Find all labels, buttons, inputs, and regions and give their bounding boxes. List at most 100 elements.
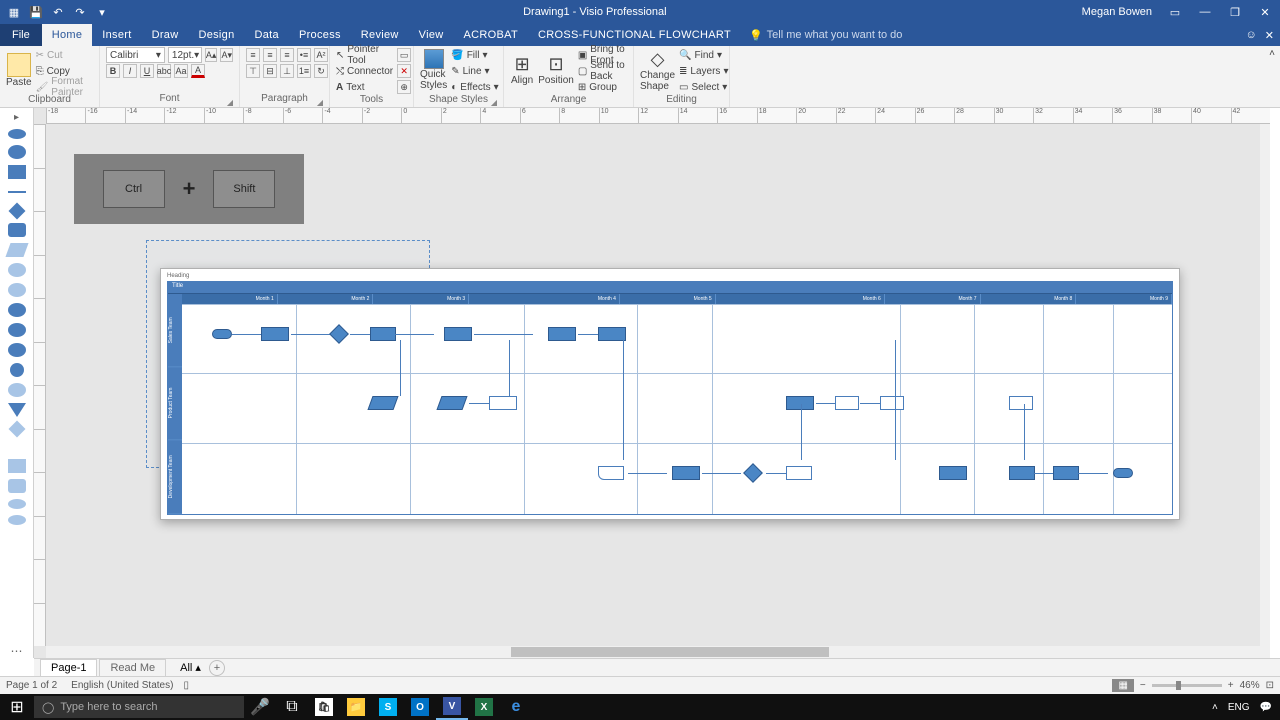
start-button[interactable]: ⊞ <box>0 694 34 720</box>
top-align-button[interactable]: ⊤ <box>246 64 260 78</box>
qat-more-icon[interactable]: ▾ <box>94 4 110 20</box>
presentation-mode-button[interactable]: ▦ <box>1112 679 1133 692</box>
font-name-combo[interactable]: Calibri▾ <box>106 47 165 63</box>
text-tool-button[interactable]: A Text <box>336 80 393 94</box>
shape-process[interactable] <box>1009 466 1035 480</box>
shape-process[interactable] <box>8 165 26 179</box>
tray-notifications-icon[interactable]: 💬 <box>1260 702 1272 713</box>
shape-process[interactable] <box>444 327 472 341</box>
shape-predefined[interactable] <box>1009 396 1033 410</box>
bottom-align-button[interactable]: ⊥ <box>280 64 294 78</box>
shape-decision[interactable] <box>330 324 350 344</box>
shape-subprocess[interactable] <box>8 223 26 237</box>
shape-data[interactable] <box>5 243 28 257</box>
shape-ellipse[interactable] <box>8 145 26 159</box>
taskbar-store[interactable]: 🛍 <box>308 694 340 720</box>
tab-acrobat[interactable]: ACROBAT <box>454 24 528 46</box>
case-button[interactable]: Aa <box>174 64 188 78</box>
shape-process[interactable] <box>672 466 700 480</box>
tray-language[interactable]: ENG <box>1228 702 1250 713</box>
connection-point-button[interactable]: ⊕ <box>397 80 411 94</box>
shape-rect-light[interactable] <box>8 459 26 473</box>
shape-terminator[interactable] <box>8 129 26 139</box>
shape-subprocess[interactable] <box>489 396 517 410</box>
align-button[interactable]: ⊞Align <box>510 48 534 92</box>
shape-process[interactable] <box>261 327 289 341</box>
send-to-back-button[interactable]: ▢ Send to Back <box>578 64 627 78</box>
shape-document[interactable] <box>8 283 26 297</box>
shape-predefined[interactable] <box>835 396 859 410</box>
font-color-button[interactable]: A <box>191 64 205 78</box>
shrink-font-button[interactable]: A▾ <box>220 48 233 62</box>
drawing-page[interactable]: Heading Title Month 1Month 2Month 3Month… <box>160 268 1180 520</box>
vertical-scrollbar[interactable] <box>1260 124 1270 646</box>
lane-2-label[interactable]: Product Team <box>168 367 182 440</box>
shape-rounded-light[interactable] <box>8 479 26 493</box>
feedback-icon[interactable]: ☺ <box>1246 29 1257 41</box>
font-size-combo[interactable]: 12pt.▾ <box>168 47 202 63</box>
tab-cff[interactable]: CROSS-FUNCTIONAL FLOWCHART <box>528 24 741 46</box>
shape-oval4[interactable] <box>8 343 26 357</box>
zoom-level[interactable]: 46% <box>1240 680 1260 691</box>
change-shape-button[interactable]: ◇Change Shape <box>640 48 675 92</box>
zoom-in-button[interactable]: + <box>1228 680 1234 691</box>
taskbar-skype[interactable]: S <box>372 694 404 720</box>
taskbar-excel[interactable]: X <box>468 694 500 720</box>
cross-functional-flowchart[interactable]: Title Month 1Month 2Month 3Month 4Month … <box>167 281 1173 515</box>
minimize-button[interactable]: — <box>1190 0 1220 24</box>
page-indicator[interactable]: Page 1 of 2 <box>6 680 57 691</box>
shape-diamond2[interactable] <box>8 421 25 438</box>
shape-process[interactable] <box>1053 466 1079 480</box>
rotate-text-button[interactable]: ↻ <box>314 64 328 78</box>
shape-start[interactable] <box>212 329 232 339</box>
find-button[interactable]: 🔍 Find ▾ <box>679 48 728 62</box>
maximize-button[interactable]: ❐ <box>1220 0 1250 24</box>
middle-align-button[interactable]: ⊟ <box>263 64 277 78</box>
zoom-out-button[interactable]: − <box>1140 680 1146 691</box>
tab-review[interactable]: Review <box>351 24 409 46</box>
shape-process[interactable] <box>548 327 576 341</box>
cortana-mic-icon[interactable]: 🎤 <box>244 694 276 720</box>
effects-button[interactable]: ◐ Effects ▾ <box>451 80 498 94</box>
canvas-area[interactable]: -18-16-14-12-10-8-6-4-202468101214161820… <box>34 108 1270 658</box>
page-tab-1[interactable]: Page-1 <box>40 659 97 676</box>
macro-recording-icon[interactable]: ▯ <box>183 680 189 691</box>
all-pages-button[interactable]: All ▴ <box>180 661 201 674</box>
shape-document[interactable] <box>598 466 624 480</box>
shape-data[interactable] <box>437 396 468 410</box>
shape-oval5[interactable] <box>8 383 26 397</box>
rectangle-tool-button[interactable]: ▭ <box>397 48 411 62</box>
align-left-button[interactable]: ≡ <box>246 48 260 62</box>
shapes-panel-collapsed[interactable]: ▸ ⋯ <box>0 108 34 658</box>
underline-button[interactable]: U <box>140 64 154 78</box>
fill-button[interactable]: 🪣 Fill ▾ <box>451 48 498 62</box>
collapse-ribbon-button[interactable]: ˄ <box>1264 46 1280 107</box>
connector-button[interactable]: ⤭ Connector <box>336 64 393 78</box>
add-page-button[interactable]: + <box>209 660 225 676</box>
file-tab[interactable]: File <box>0 24 42 46</box>
layers-button[interactable]: ≣ Layers ▾ <box>679 64 728 78</box>
line-button[interactable]: ✎ Line ▾ <box>451 64 498 78</box>
close-button[interactable]: ✕ <box>1250 0 1280 24</box>
tab-home[interactable]: Home <box>42 24 93 46</box>
select-button[interactable]: ▭ Select ▾ <box>679 80 728 94</box>
zoom-slider[interactable] <box>1152 684 1222 687</box>
task-view-button[interactable]: ⧉ <box>276 694 308 720</box>
shape-triangle[interactable] <box>8 403 26 417</box>
taskbar-search[interactable]: ◯ Type here to search <box>34 696 244 718</box>
pointer-tool-button[interactable]: ↖ Pointer Tool <box>336 48 393 62</box>
tab-draw[interactable]: Draw <box>142 24 189 46</box>
shape-oval2[interactable] <box>8 303 26 317</box>
x-tool-button[interactable]: ✕ <box>397 64 411 78</box>
page-tab-readme[interactable]: Read Me <box>99 659 166 676</box>
tab-design[interactable]: Design <box>188 24 244 46</box>
save-icon[interactable]: 💾 <box>28 4 44 20</box>
shape-predefined[interactable] <box>880 396 904 410</box>
tab-view[interactable]: View <box>409 24 454 46</box>
quick-styles-button[interactable]: Quick Styles <box>420 48 447 92</box>
align-right-button[interactable]: ≡ <box>280 48 294 62</box>
taskbar-explorer[interactable]: 📁 <box>340 694 372 720</box>
shape-decision[interactable] <box>743 463 763 483</box>
shape-process[interactable] <box>939 466 967 480</box>
fit-to-window-button[interactable]: ⊡ <box>1266 680 1274 691</box>
